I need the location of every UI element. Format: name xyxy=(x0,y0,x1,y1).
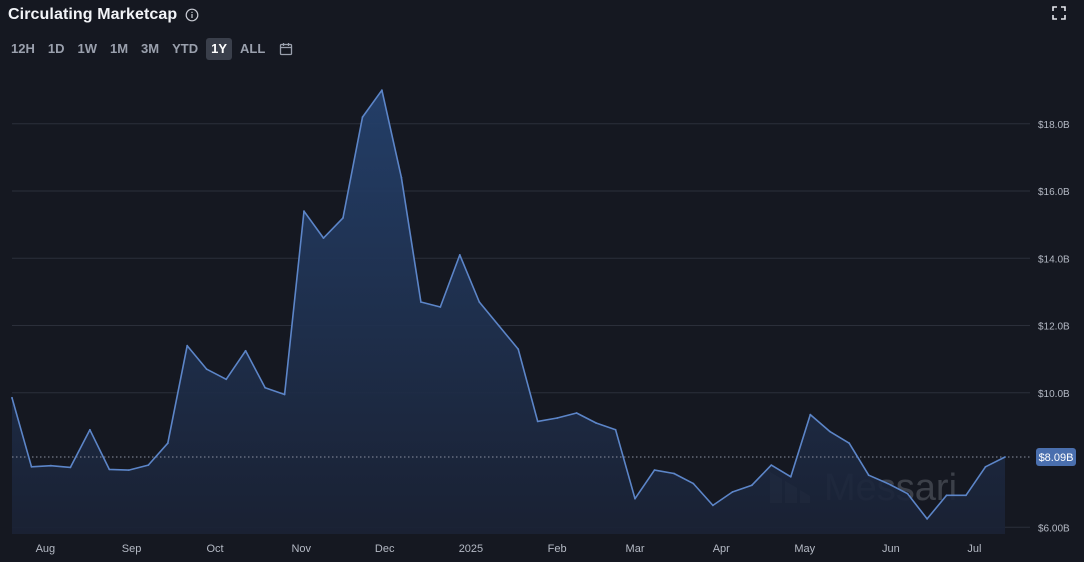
series-area xyxy=(12,90,1005,534)
x-tick-label: Jul xyxy=(967,543,981,555)
x-tick-label: Jun xyxy=(882,543,900,555)
x-tick-label: Sep xyxy=(122,543,142,555)
x-tick-label: 2025 xyxy=(459,543,483,555)
x-tick-label: Mar xyxy=(626,543,645,555)
x-tick-label: Feb xyxy=(548,543,567,555)
y-tick-label: $12.0B xyxy=(1038,322,1070,333)
y-axis-ticks: $6.00B $10.0B $12.0B $14.0B $16.0B $18.0B xyxy=(1038,120,1070,534)
x-tick-label: Nov xyxy=(291,543,311,555)
marketcap-chart: Messari $6.00B$10.0B$12.0B$14.0B$16.0B$1… xyxy=(11,89,1076,555)
y-tick-label: $16.0B xyxy=(1038,187,1070,198)
y-tick-label: $18.0B xyxy=(1038,120,1070,131)
x-tick-label: Aug xyxy=(36,543,56,555)
current-value-label: $8.09B xyxy=(1039,452,1074,464)
x-tick-label: Apr xyxy=(713,543,730,555)
x-tick-label: Dec xyxy=(375,543,395,555)
y-tick-label: $6.00B xyxy=(1038,523,1070,534)
x-tick-label: Oct xyxy=(206,543,223,555)
y-tick-label: $14.0B xyxy=(1038,254,1070,265)
y-tick-label: $10.0B xyxy=(1038,389,1070,400)
current-value-badge: $8.09B xyxy=(1036,448,1076,467)
x-axis-ticks: Aug Sep Oct Nov Dec 2025 Feb Mar Apr May Jun Jul xyxy=(36,543,982,555)
x-tick-label: May xyxy=(794,543,815,555)
